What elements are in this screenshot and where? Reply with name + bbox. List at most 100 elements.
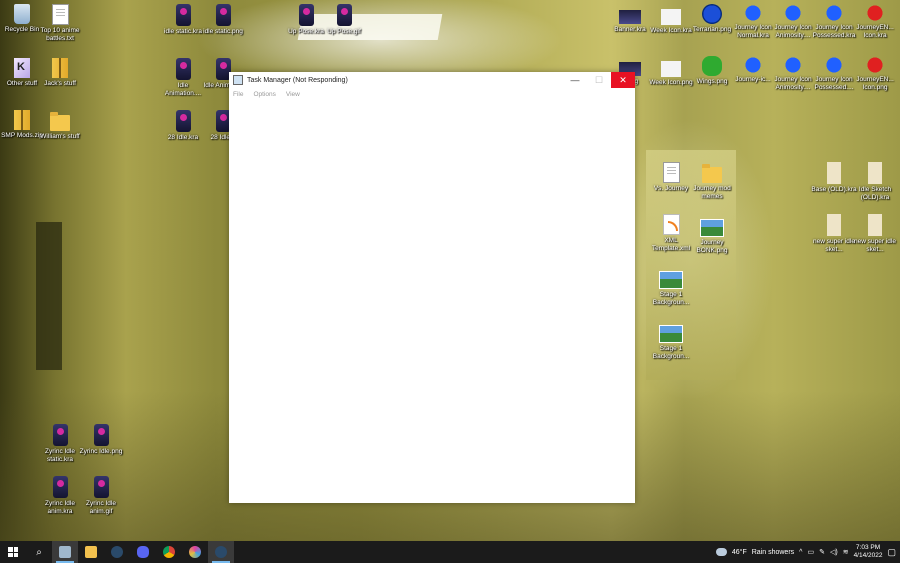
title-bar[interactable]: Task Manager (Not Responding) — ☐ ✕ [229,72,635,88]
desktop-icon-label: JourneyEN... Icon.png [856,76,894,91]
week-file-icon [661,9,681,25]
window-title: Task Manager (Not Responding) [247,76,348,84]
minimize-button[interactable]: — [563,72,587,88]
sketch-file-icon [827,214,841,236]
kra-file-icon [175,110,191,132]
taskbar-file-explorer[interactable] [78,541,104,563]
system-tray: 46°F Rain showers ^ ▭ ✎ ◁) ≋ 7:03 PM 4/1… [715,541,900,563]
blue-file-icon [824,4,844,22]
steam-icon [215,546,227,558]
kra-file-icon [175,4,191,26]
desktop-icon-label: Idle Sketch (OLD).kra [858,186,892,201]
desktop-icon-journeyen-icon-kra[interactable]: JourneyEN... Icon.kra [851,4,899,40]
doorway [36,222,62,370]
taskbar-chrome[interactable] [156,541,182,563]
desktop-icon-label: JourneyEN... Icon.kra [856,24,894,39]
app-circle-icon [189,546,201,558]
sketch-file-icon [868,162,882,184]
kra-file-icon [52,476,68,498]
clock-date: 4/14/2022 [853,552,883,559]
kra-file-icon [175,58,191,80]
pen-icon[interactable]: ✎ [819,548,825,556]
wifi-icon[interactable]: ≋ [843,548,849,556]
red-file-icon [865,56,885,74]
menu-view[interactable]: View [286,91,300,98]
desktop-icon-zyrinc-idle-anim-gif[interactable]: Zyrinc Idle anim.gif [77,476,125,516]
zip-file-icon [52,58,68,78]
kra-file-icon [336,4,352,26]
kra-file-icon [93,424,109,446]
rss-file-icon [662,214,680,235]
blue-file-icon [743,56,763,74]
network-icon[interactable]: ▭ [807,548,814,556]
bin-file-icon [14,4,30,24]
desktop-icon-label: Journey BONK.png [696,239,728,254]
windows-icon [8,547,18,557]
kra-file-icon [93,476,109,498]
folder-icon [85,546,97,558]
desktop-icon-idle-static-png[interactable]: idle static.png [199,4,247,36]
desktop-icon-journey-mod-memes[interactable]: Journey mod memes [688,162,736,201]
taskbar: ⌕ 46°F Rain showers ^ ▭ ✎ ◁) ≋ 7:03 PM 4… [0,541,900,563]
task-manager-window[interactable]: Task Manager (Not Responding) — ☐ ✕ File… [229,72,635,503]
blue-file-icon [743,4,763,22]
photo-file-icon [659,271,683,289]
taskbar-task-manager[interactable] [52,541,78,563]
steam-icon [111,546,123,558]
red-file-icon [865,4,885,22]
desktop-icon-up-pose-gif[interactable]: Up Pose.gif [320,4,368,36]
zip-file-icon [14,110,30,130]
taskbar-steam-2[interactable] [208,541,234,563]
maximize-button[interactable]: ☐ [587,72,611,88]
sketch-file-icon [868,214,882,236]
notification-icon[interactable]: ▢ [887,547,896,558]
volume-icon[interactable]: ◁) [830,548,838,556]
desktop-icon-label: idle static.png [203,28,243,35]
banner-file-icon [619,10,641,24]
taskbar-steam[interactable] [104,541,130,563]
chevron-up-icon[interactable]: ^ [799,549,802,556]
folder-file-icon [702,164,722,183]
wings-file-icon [702,56,722,76]
desktop-icon-stage1-bg-2[interactable]: Stage 1 Backgroun... [647,320,695,361]
search-button[interactable]: ⌕ [26,541,52,563]
desktop-icon-top10[interactable]: Top 10 anime battles.txt [36,4,84,43]
folder-file-icon [50,112,70,131]
blue-file-icon [783,4,803,22]
desktop-icon-idle-sketch-old[interactable]: Idle Sketch (OLD).kra [851,162,899,202]
desktop-icon-label: Zyrinc Idle.png [79,448,123,455]
blue-file-icon [783,56,803,74]
kra-file-icon [298,4,314,26]
search-icon: ⌕ [36,546,42,558]
desktop-icon-jacks-stuff[interactable]: Jack's stuff [36,58,84,88]
clock-time: 7:03 PM [855,544,881,551]
close-button[interactable]: ✕ [611,72,635,88]
desktop-icon-label: Top 10 anime battles.txt [40,27,80,42]
photo-file-icon [659,325,683,343]
cloud-rain-icon [715,548,727,556]
menu-options[interactable]: Options [253,91,275,98]
clock[interactable]: 7:03 PM 4/14/2022 [854,544,883,560]
task-manager-icon [233,75,243,85]
weather-temp[interactable]: 46°F [732,549,747,556]
desktop-icon-journey-bonk[interactable]: Journey BONK.png [688,214,736,255]
chrome-icon [163,546,175,558]
desktop-icon-zyrinc-idle-png[interactable]: Zyrinc Idle.png [77,424,125,456]
desktop-icon-label: Journey mod memes [693,185,731,200]
kra-file-icon [52,424,68,446]
kra-file-icon [215,4,231,26]
task-manager-icon [59,546,71,558]
start-button[interactable] [0,541,26,563]
desktop-icon-new-super-idle-2[interactable]: new super idle sket... [851,214,899,254]
desktop-icon-label: new super idle sket... [854,238,896,253]
desktop-icon-label: William's stuff [40,133,80,140]
taskbar-discord[interactable] [130,541,156,563]
txt-file-icon [51,4,69,25]
desktop-icon-label: Jack's stuff [44,80,76,87]
menu-file[interactable]: File [233,91,243,98]
desktop-icon-stage1-bg-1[interactable]: Stage 1 Backgroun... [647,266,695,307]
taskbar-app[interactable] [182,541,208,563]
desktop-icon-williams-stuff[interactable]: William's stuff [36,110,84,141]
desktop-icon-journeyen-icon-png[interactable]: JourneyEN... Icon.png [851,56,899,92]
weather-desc[interactable]: Rain showers [752,549,794,556]
